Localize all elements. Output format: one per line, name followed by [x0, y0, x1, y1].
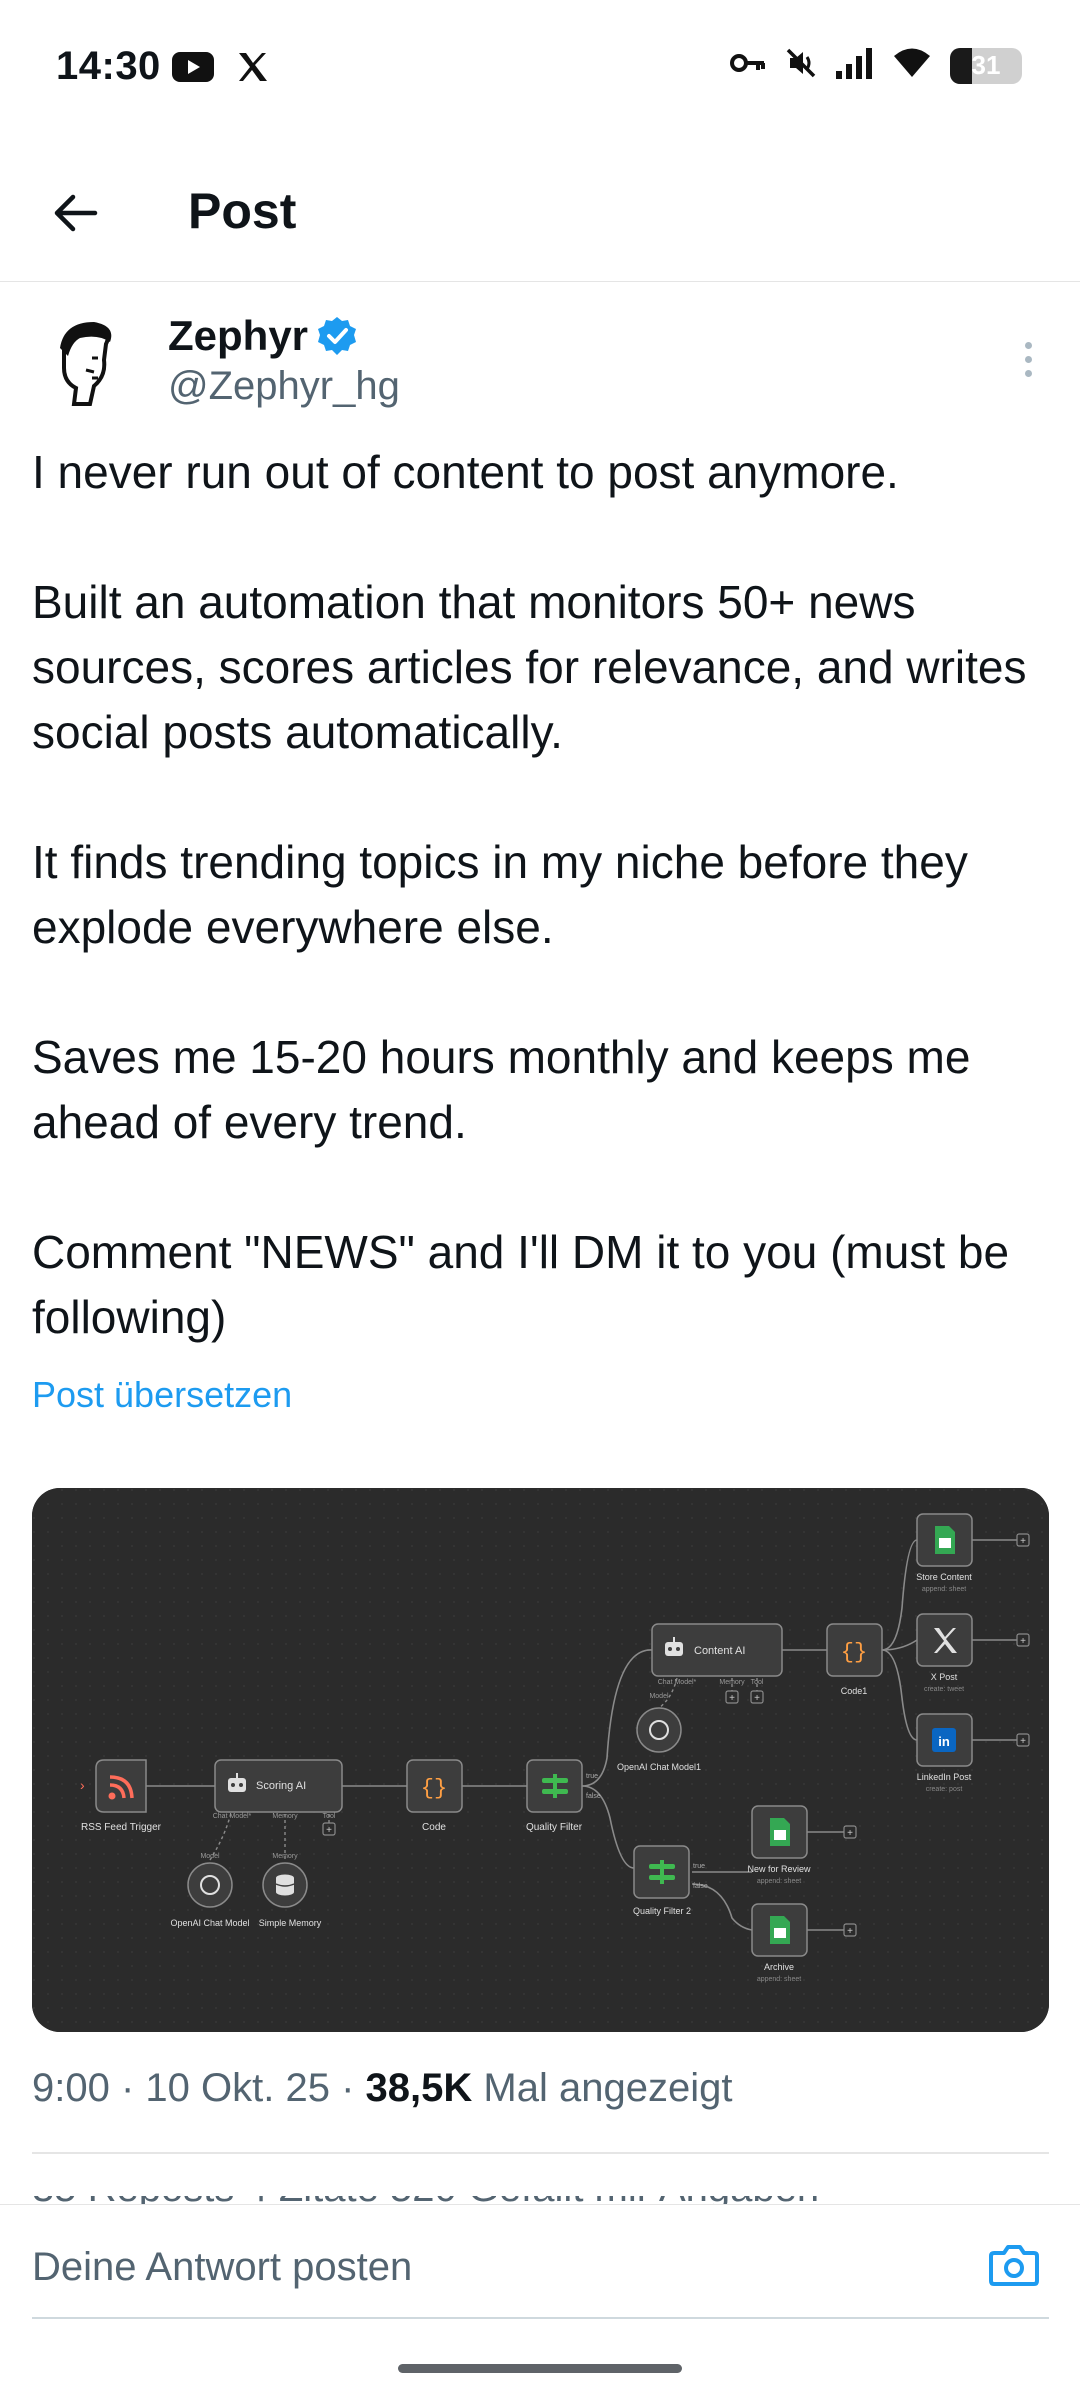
page-title: Post	[188, 183, 297, 239]
store-content-node: Store Content append: sheet	[916, 1513, 973, 1593]
status-bar: 14:30 31	[0, 0, 1080, 140]
svg-text:New for Review: New for Review	[747, 1864, 811, 1874]
verified-badge-icon	[318, 317, 357, 355]
workflow-diagram: › RSS Feed Trigger Scoring AI Chat Model…	[32, 1488, 1049, 2032]
post-time: 9:00	[32, 2066, 110, 2110]
svg-text:Model: Model	[200, 1853, 220, 1860]
status-time: 14:30	[56, 44, 161, 88]
post-paragraph: Saves me 15-20 hours monthly and keeps m…	[32, 1031, 971, 1148]
svg-text:Scoring AI: Scoring AI	[256, 1780, 306, 1792]
post-paragraph: Built an automation that monitors 50+ ne…	[32, 576, 1027, 758]
post-image[interactable]: › RSS Feed Trigger Scoring AI Chat Model…	[32, 1488, 1049, 2032]
svg-text:Store Content: Store Content	[916, 1572, 972, 1582]
svg-text:Memory: Memory	[272, 1813, 298, 1820]
svg-text:create: post: create: post	[926, 1786, 963, 1793]
new-for-review-node: New for Review append: sheet	[747, 1805, 811, 1885]
svg-text:+: +	[326, 1825, 332, 1836]
post-date: 10 Okt. 25	[145, 2066, 330, 2110]
signal-icon	[836, 47, 874, 84]
svg-text:false: false	[586, 1793, 601, 1800]
svg-text:Code: Code	[422, 1822, 446, 1833]
home-indicator[interactable]	[398, 2364, 682, 2373]
google-sheets-icon	[770, 1916, 790, 1944]
translate-post-link[interactable]: Post übersetzen	[32, 1374, 292, 1416]
arrow-left-icon	[54, 194, 98, 232]
svg-text:Quality Filter: Quality Filter	[526, 1822, 583, 1833]
mute-icon	[784, 46, 818, 85]
google-sheets-icon	[935, 1526, 955, 1554]
more-dot-icon	[1024, 341, 1032, 349]
svg-text:Archive: Archive	[764, 1962, 794, 1972]
svg-text:create: tweet: create: tweet	[924, 1686, 964, 1693]
divider	[32, 2152, 1049, 2154]
post-paragraph: It finds trending topics in my niche bef…	[32, 836, 968, 953]
svg-text:append: sheet: append: sheet	[757, 1976, 801, 1983]
svg-text:OpenAI Chat Model: OpenAI Chat Model	[170, 1918, 249, 1928]
svg-text:+: +	[754, 1693, 760, 1704]
wifi-icon	[892, 47, 932, 84]
database-icon	[275, 1874, 295, 1896]
camera-button[interactable]	[984, 2235, 1044, 2295]
back-button[interactable]	[40, 178, 110, 248]
linkedin-post-node: in LinkedIn Post create: post	[916, 1713, 973, 1793]
svg-text:RSS Feed Trigger: RSS Feed Trigger	[81, 1822, 162, 1833]
svg-text:Tool: Tool	[751, 1679, 764, 1686]
view-count: 38,5K	[365, 2066, 473, 2110]
svg-text:OpenAI Chat Model1: OpenAI Chat Model1	[617, 1762, 701, 1772]
svg-text:Content AI: Content AI	[694, 1645, 745, 1657]
svg-text:+: +	[1020, 1536, 1026, 1547]
author-name-row[interactable]: Zephyr	[168, 312, 358, 360]
author-handle[interactable]: @Zephyr_hg	[168, 364, 400, 409]
avatar[interactable]	[34, 312, 134, 412]
more-options-button[interactable]	[1008, 334, 1048, 384]
post-paragraph: Comment "NEWS" and I'll DM it to you (mu…	[32, 1226, 1010, 1343]
svg-text:append: sheet: append: sheet	[922, 1586, 966, 1593]
svg-text:false: false	[693, 1883, 708, 1890]
post-paragraph: I never run out of content to post anymo…	[32, 446, 899, 498]
svg-text:Simple Memory: Simple Memory	[259, 1918, 322, 1928]
camera-icon	[989, 2245, 1039, 2286]
svg-text:true: true	[693, 1863, 705, 1870]
svg-text:Chat Model*: Chat Model*	[213, 1813, 252, 1820]
profile-portrait-icon	[34, 312, 134, 412]
svg-text:›: ›	[80, 1777, 85, 1793]
svg-text:Tool: Tool	[323, 1813, 336, 1820]
svg-text:in: in	[938, 1734, 950, 1749]
svg-text:Memory: Memory	[719, 1679, 745, 1686]
top-app-bar: Post	[0, 140, 1080, 282]
svg-text:Model: Model	[649, 1693, 669, 1700]
youtube-icon	[172, 52, 214, 87]
svg-text:LinkedIn Post: LinkedIn Post	[917, 1772, 972, 1782]
battery-indicator: 31	[950, 47, 1022, 84]
svg-text:+: +	[847, 1926, 853, 1937]
key-icon	[730, 50, 766, 81]
svg-text:Quality Filter 2: Quality Filter 2	[633, 1906, 691, 1916]
braces-icon: {}	[421, 1776, 447, 1801]
post-body: I never run out of content to post anymo…	[32, 440, 1052, 1350]
svg-text:X Post: X Post	[931, 1672, 958, 1682]
svg-text:Memory: Memory	[272, 1853, 298, 1860]
svg-text:+: +	[1020, 1636, 1026, 1647]
author-name: Zephyr	[168, 312, 309, 359]
svg-text:append: sheet: append: sheet	[757, 1878, 801, 1885]
x-logo-icon	[236, 50, 270, 89]
braces-icon: {}	[841, 1640, 867, 1665]
post-meta: 9:00 · 10 Okt. 25 · 38,5K Mal angezeigt	[32, 2066, 733, 2110]
views-label[interactable]: Mal angezeigt	[483, 2066, 732, 2110]
svg-text:+: +	[729, 1693, 735, 1704]
reply-bar: Deine Antwort posten	[0, 2204, 1080, 2324]
svg-text:+: +	[1020, 1736, 1026, 1747]
svg-text:+: +	[847, 1828, 853, 1839]
svg-text:true: true	[586, 1773, 598, 1780]
google-sheets-icon	[770, 1818, 790, 1846]
reply-input[interactable]: Deine Antwort posten	[32, 2245, 412, 2290]
svg-text:Code1: Code1	[841, 1686, 868, 1696]
svg-text:Chat Model*: Chat Model*	[658, 1679, 697, 1686]
